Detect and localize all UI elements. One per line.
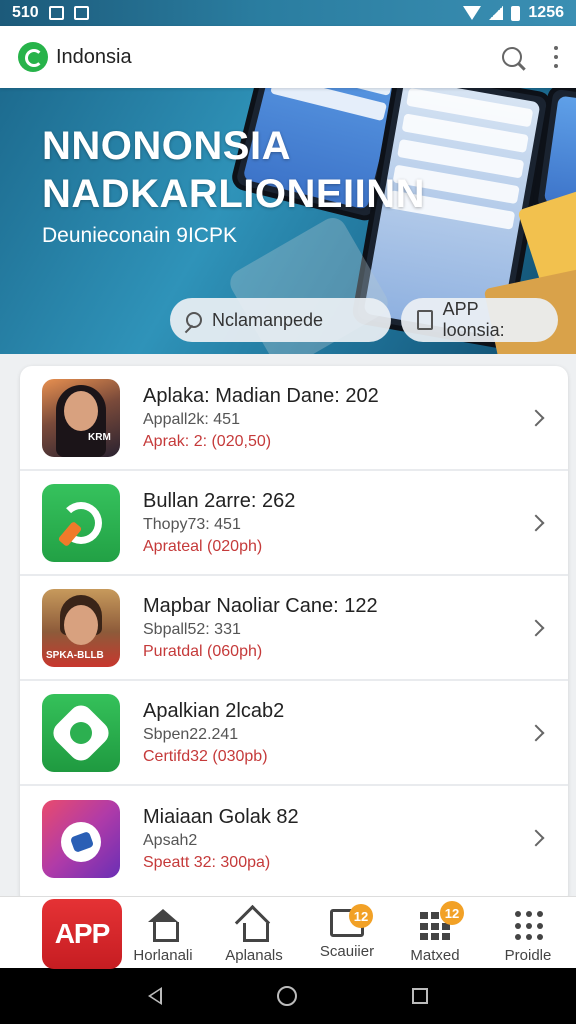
item-title: Apalkian 2lcab2 (143, 699, 285, 722)
app-thumbnail (42, 799, 120, 878)
hero-title: NNONONSIA NADKARLIONEIINN (42, 124, 426, 216)
app-thumbnail: SPKA-BLLB (42, 588, 120, 667)
recent-apps-icon[interactable] (412, 988, 429, 1004)
pill-button-left[interactable]: Nclamanpede (170, 298, 391, 342)
item-subtitle: Appall2k: 451 (143, 410, 240, 428)
notification-icon (73, 6, 89, 20)
system-navigation (0, 968, 576, 1024)
schedule-icon: 12 (330, 904, 373, 937)
item-subtitle: Thopy73: 451 (143, 515, 241, 533)
bottom-navigation: APP Horlanali Aplanals 12 Scauiier 12 Ma… (0, 896, 576, 969)
notification-badge: 12 (440, 901, 464, 925)
home-button-icon[interactable] (276, 986, 297, 1006)
list-item[interactable]: SPKA-BLLB Mapbar Naoliar Cane: 122 Sbpal… (20, 576, 568, 681)
status-clock: 1256 (528, 4, 564, 21)
list-item[interactable]: Apalkian 2lcab2 Sbpen22.241 Certifd32 (0… (20, 681, 568, 786)
home-icon (146, 909, 180, 942)
battery-icon (511, 5, 521, 21)
item-price: Speatt 32: 300pa) (143, 853, 271, 871)
back-icon[interactable] (147, 987, 162, 1005)
hero-banner[interactable]: NNONONSIA NADKARLIONEIINN Deunieconain 9… (0, 88, 576, 354)
app-title: Indonsia (56, 45, 132, 68)
item-title: Mapbar Naoliar Cane: 122 (143, 594, 378, 617)
apps-grid-icon (511, 909, 545, 941)
pill-left-label: Nclamanpede (212, 309, 324, 330)
nav-item-schedule[interactable]: 12 Scauiier (307, 904, 387, 960)
nav-item-home[interactable]: Horlanali (123, 909, 203, 964)
app-bar: Indonsia (0, 26, 576, 88)
app-thumbnail (42, 693, 120, 772)
app-logo-icon (18, 42, 48, 72)
gallery-icon (48, 6, 64, 20)
grid-icon: 12 (418, 901, 464, 941)
item-subtitle: Sbpen22.241 (143, 725, 239, 743)
house-icon (237, 909, 271, 942)
signal-icon (489, 6, 504, 20)
list-item[interactable]: Bullan 2arre: 262 Thopy73: 451 Aprateal … (20, 471, 568, 576)
status-bar: 510 1256 (0, 0, 576, 26)
list-item[interactable]: Miaiaan Golak 82 Apsah2 Speatt 32: 300pa… (20, 786, 568, 891)
status-time: 510 (12, 4, 39, 21)
wifi-icon (463, 6, 482, 20)
notification-badge: 12 (349, 904, 373, 928)
key-icon (186, 312, 202, 328)
hero-subtitle: Deunieconain 9ICPK (42, 224, 237, 247)
item-title: Bullan 2arre: 262 (143, 489, 296, 512)
pill-button-right[interactable]: APP loonsia: (401, 298, 558, 342)
item-subtitle: Apsah2 (143, 831, 198, 849)
more-options-icon[interactable] (554, 46, 558, 68)
item-price: Puratdal (060ph) (143, 642, 263, 660)
nav-item-matched[interactable]: 12 Matxed (395, 901, 475, 964)
app-thumbnail: KRM (42, 378, 120, 457)
item-title: Miaiaan Golak 82 (143, 805, 299, 828)
search-icon[interactable] (502, 47, 522, 67)
list-item[interactable]: KRM Aplaka: Madian Dane: 202 Appall2k: 4… (20, 366, 568, 471)
item-price: Aprateal (020ph) (143, 537, 263, 555)
app-thumbnail (42, 483, 120, 562)
app-list: KRM Aplaka: Madian Dane: 202 Appall2k: 4… (20, 366, 568, 906)
pill-right-label: APP loonsia: (442, 299, 505, 340)
item-subtitle: Sbpall52: 331 (143, 620, 241, 638)
app-store-button[interactable]: APP (42, 899, 122, 969)
item-price: Certifd32 (030pb) (143, 747, 268, 765)
item-price: Aprak: 2: (020,50) (143, 432, 272, 450)
nav-item-profile[interactable]: Proidle (488, 909, 568, 964)
nav-item-apps[interactable]: Aplanals (214, 909, 294, 964)
document-icon (417, 310, 433, 330)
item-title: Aplaka: Madian Dane: 202 (143, 384, 379, 407)
